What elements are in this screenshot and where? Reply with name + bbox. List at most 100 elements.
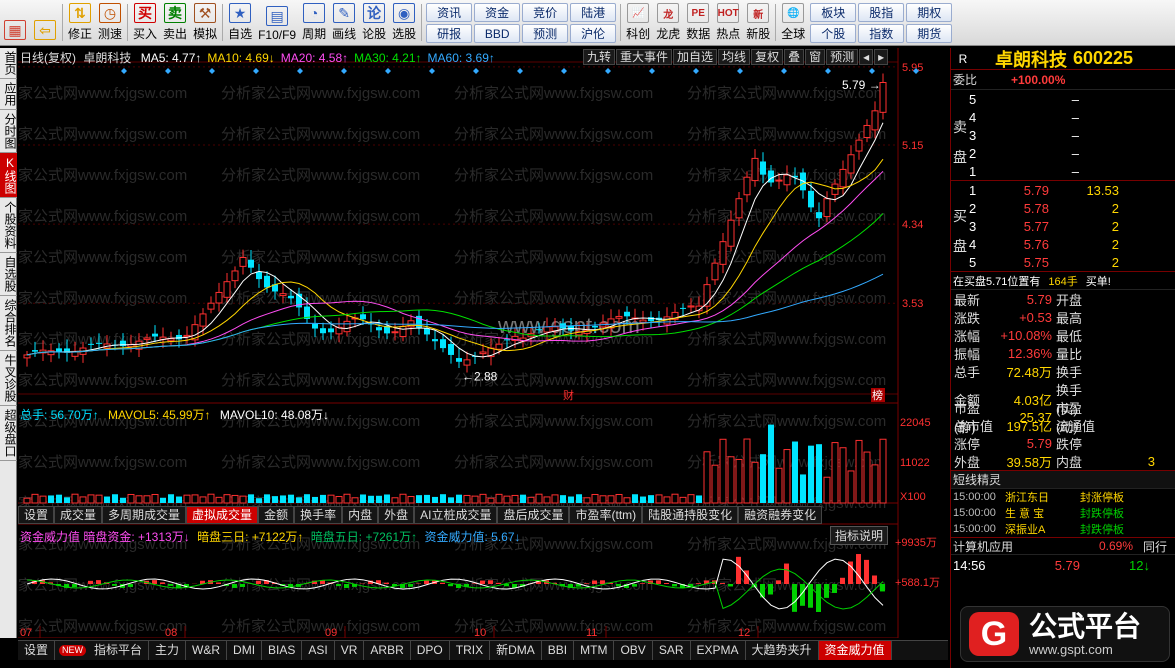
indicator-tab[interactable]: 资金威力值	[818, 641, 892, 660]
info-button[interactable]: BBD	[474, 24, 521, 43]
event-marker[interactable]	[517, 68, 523, 74]
event-marker[interactable]	[385, 68, 391, 74]
left-tab[interactable]: 牛叉诊股	[0, 351, 17, 406]
event-marker[interactable]	[781, 68, 787, 74]
chart-tool-button[interactable]: 叠	[784, 49, 805, 65]
indicator-tab[interactable]: BIAS	[262, 641, 303, 660]
indicator-tab[interactable]: EXPMA	[691, 641, 746, 660]
toolbar-grid-button[interactable]: ▦	[0, 0, 30, 45]
event-marker[interactable]	[649, 68, 655, 74]
rank-marker[interactable]: 榜	[872, 388, 883, 402]
market-button[interactable]: 板块	[810, 3, 857, 22]
volume-tab[interactable]: 设置	[18, 506, 55, 524]
toolbar-选股-button[interactable]: ◉ 选股	[389, 0, 419, 45]
toolbar-卖出-button[interactable]: 卖卖出	[160, 0, 190, 45]
market-button[interactable]: 个股	[810, 24, 857, 43]
market-button[interactable]: 期货	[906, 24, 953, 43]
chart-nav-icon[interactable]: ▸	[874, 49, 889, 65]
indicator-tab[interactable]: W&R	[186, 641, 228, 660]
indicator-tab[interactable]: 设置	[18, 641, 56, 660]
market-button[interactable]: 指数	[858, 24, 905, 43]
chart-tool-button[interactable]: 复权	[751, 49, 784, 65]
kline-chart[interactable]: 分析家公式网www.fxjgsw.com 分析家公式网www.fxjgsw.com…	[18, 48, 948, 638]
chart-tool-button[interactable]: 预测	[826, 49, 859, 65]
event-marker[interactable]	[121, 68, 127, 74]
finance-marker[interactable]: 财	[563, 388, 574, 402]
buy-row[interactable]: 3 5.77 2	[969, 217, 1175, 235]
toolbar-论股-button[interactable]: 论论股	[359, 0, 389, 45]
elf-row[interactable]: 15:00:00 深振业A 封跌停板	[951, 521, 1175, 537]
event-marker[interactable]	[429, 68, 435, 74]
toolbar-globe-button[interactable]: 🌐 全球	[778, 0, 808, 45]
chart-tool-button[interactable]: 窗	[805, 49, 826, 65]
market-button[interactable]: 期权	[906, 3, 953, 22]
event-marker[interactable]	[209, 68, 215, 74]
event-marker[interactable]	[869, 68, 875, 74]
sell-row[interactable]: 2–	[969, 144, 1175, 162]
toolbar-back-arrow-button[interactable]: ⇦	[30, 0, 60, 45]
toolbar-hot-button[interactable]: HOT 热点	[713, 0, 743, 45]
toolbar-周期-button[interactable]: ◔ 周期	[299, 0, 329, 45]
sell-row[interactable]: 3–	[969, 126, 1175, 144]
left-tab[interactable]: 综合排名	[0, 296, 17, 351]
volume-tab[interactable]: 市盈率(ttm)	[569, 506, 643, 524]
indicator-tab[interactable]: OBV	[614, 641, 653, 660]
event-marker[interactable]	[253, 68, 259, 74]
elf-row[interactable]: 15:00:00 生 意 宝 封跌停板	[951, 505, 1175, 521]
indicator-tab[interactable]: MTM	[574, 641, 615, 660]
indicator-tab[interactable]: 主力	[149, 641, 187, 660]
chart-tool-button[interactable]: 重大事件	[616, 49, 673, 65]
left-tab[interactable]: 分时图	[0, 110, 17, 153]
chart-nav-icon[interactable]: ◂	[859, 49, 874, 65]
volume-tab[interactable]: 陆股通持股变化	[642, 506, 739, 524]
market-button[interactable]: 股指	[858, 3, 905, 22]
elf-row[interactable]: 15:00:00 浙江东日 封涨停板	[951, 489, 1175, 505]
toolbar-F10/F9-button[interactable]: ▤ F10/F9	[255, 0, 299, 45]
info-button[interactable]: 预测	[522, 24, 569, 43]
event-marker[interactable]	[473, 68, 479, 74]
volume-tab[interactable]: 虚拟成交量	[186, 506, 259, 524]
left-tab[interactable]: 首页	[0, 48, 17, 79]
indicator-tab[interactable]: TRIX	[450, 641, 491, 660]
sell-row[interactable]: 5–	[969, 90, 1175, 108]
left-tab[interactable]: 自选股	[0, 253, 17, 296]
volume-tab[interactable]: 外盘	[378, 506, 415, 524]
toolbar-模拟-button[interactable]: ⚒ 模拟	[190, 0, 220, 45]
info-button[interactable]: 资金	[474, 3, 521, 22]
event-marker[interactable]	[693, 68, 699, 74]
info-button[interactable]: 资讯	[426, 3, 473, 22]
event-marker[interactable]	[605, 68, 611, 74]
toolbar-画线-button[interactable]: ✎ 画线	[329, 0, 359, 45]
indicator-tab[interactable]: ARBR	[364, 641, 411, 660]
sell-row[interactable]: 1–	[969, 162, 1175, 180]
indicator-tab[interactable]: VR	[335, 641, 365, 660]
indicator-tab[interactable]: DPO	[411, 641, 450, 660]
chart-tool-button[interactable]: 均线	[718, 49, 751, 65]
volume-tab[interactable]: 盘后成交量	[497, 506, 570, 524]
volume-tab[interactable]: 内盘	[342, 506, 379, 524]
toolbar-自选-button[interactable]: ★ 自选	[225, 0, 255, 45]
buy-row[interactable]: 4 5.76 2	[969, 235, 1175, 253]
chart-tool-button[interactable]: 加自选	[673, 49, 718, 65]
event-marker[interactable]	[561, 68, 567, 74]
toolbar-买入-button[interactable]: 买买入	[130, 0, 160, 45]
toolbar-new-stock-button[interactable]: 新新股	[743, 0, 773, 45]
buy-row[interactable]: 1 5.79 13.53	[969, 181, 1175, 199]
event-marker[interactable]	[297, 68, 303, 74]
indicator-tab[interactable]: ASI	[302, 641, 335, 660]
left-tab[interactable]: 个股资料	[0, 198, 17, 253]
left-tab[interactable]: 应用	[0, 79, 17, 110]
indicator-help-button[interactable]: 指标说明	[830, 526, 889, 545]
event-marker[interactable]	[825, 68, 831, 74]
volume-tab[interactable]: 多周期成交量	[102, 506, 187, 524]
period-label[interactable]: 日线(复权)	[20, 51, 76, 65]
indicator-tab[interactable]: BBI	[542, 641, 575, 660]
indicator-tab[interactable]: 指标平台	[88, 641, 150, 660]
sell-row[interactable]: 4–	[969, 108, 1175, 126]
toolbar-pe-button[interactable]: PE 数据	[683, 0, 713, 45]
indicator-tab[interactable]: SAR	[653, 641, 691, 660]
event-marker[interactable]	[165, 68, 171, 74]
left-tab[interactable]: 超级盘口	[0, 406, 17, 461]
short-elf-header[interactable]: 短线精灵	[951, 471, 1175, 489]
buy-row[interactable]: 5 5.75 2	[969, 253, 1175, 271]
